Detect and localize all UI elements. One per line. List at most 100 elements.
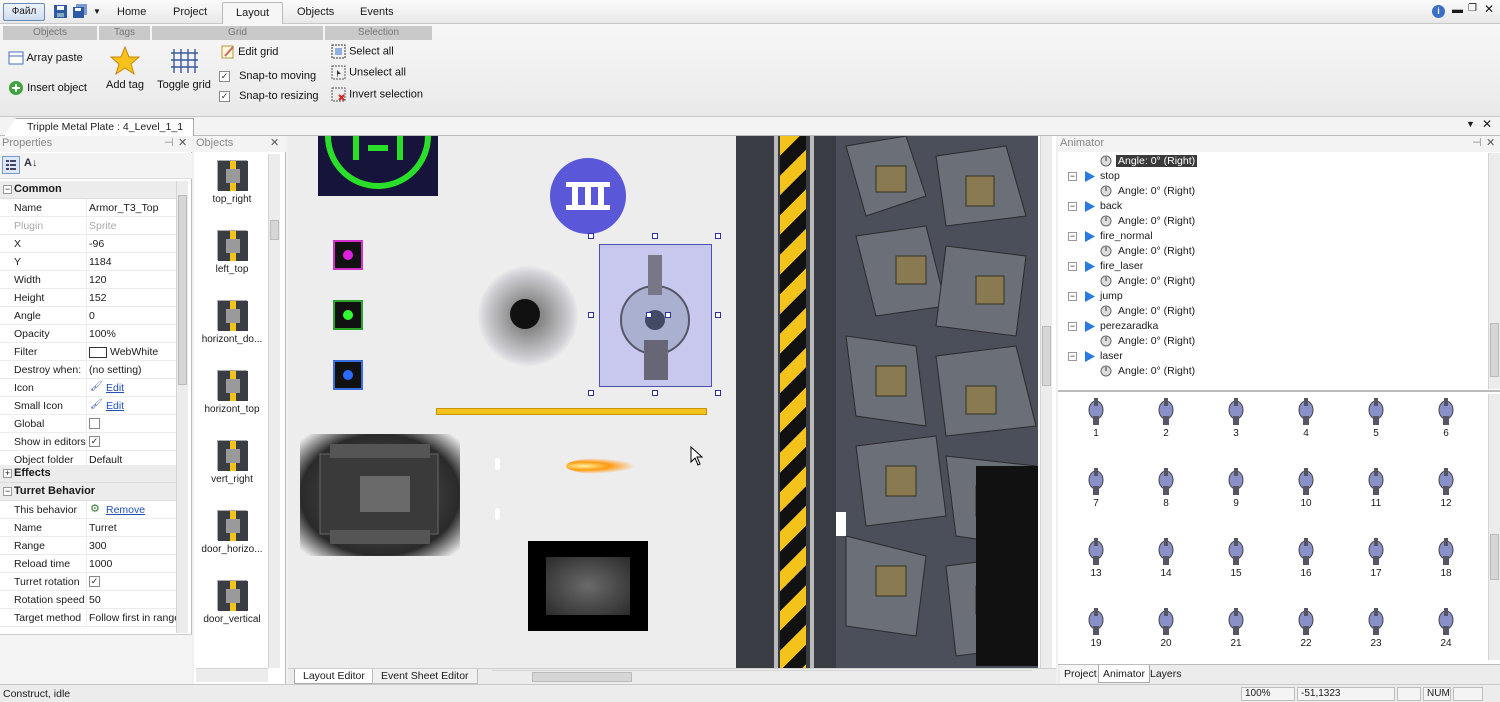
angle-row[interactable]: Angle: 0° (Right) [1058, 335, 1488, 350]
property-value[interactable]: 152 [89, 292, 176, 304]
layout-canvas[interactable] [288, 136, 1038, 668]
animation-frame[interactable]: 20 [1136, 604, 1196, 660]
canvas-vscroll-thumb[interactable] [1042, 326, 1051, 386]
property-value[interactable]: ✓ [89, 576, 100, 587]
animation-frame[interactable]: 17 [1346, 534, 1406, 602]
splitter[interactable] [1058, 390, 1500, 392]
categorized-view-icon[interactable] [2, 156, 20, 174]
animation-frame[interactable]: 15 [1206, 534, 1266, 602]
property-row[interactable]: ⚙ This behavior Remove [0, 501, 176, 519]
property-value[interactable]: -96 [89, 238, 176, 250]
collapse-toggle[interactable]: − [1068, 202, 1077, 211]
animation-row[interactable]: − fire_laser [1058, 260, 1488, 275]
file-menu-button[interactable]: Файл [3, 3, 45, 21]
properties-scrollbar[interactable] [176, 181, 188, 633]
angle-row[interactable]: Angle: 0° (Right) [1058, 275, 1488, 290]
unselect-all-button[interactable]: Unselect all [331, 65, 406, 80]
document-tab[interactable]: Tripple Metal Plate : 4_Level_1_1 [4, 118, 195, 136]
snap-to-resizing-toggle[interactable]: ✓ Snap-to resizing [219, 90, 319, 102]
animation-frame[interactable]: 24 [1416, 604, 1476, 660]
frames-scroll-thumb[interactable] [1490, 534, 1499, 580]
snap-resizing-checkbox[interactable]: ✓ [219, 91, 230, 102]
animation-frame[interactable]: 6 [1416, 394, 1476, 462]
selection-handle[interactable] [651, 390, 658, 396]
animation-row[interactable]: − back [1058, 200, 1488, 215]
object-item[interactable]: left_top [198, 230, 266, 275]
category-effects[interactable]: + Effects [0, 465, 176, 483]
animator-tree-scrollbar[interactable] [1488, 153, 1500, 389]
animation-row[interactable]: − perezaradka [1058, 320, 1488, 335]
collapse-toggle[interactable]: − [1068, 172, 1077, 181]
selection-handle[interactable] [665, 312, 671, 318]
invert-selection-button[interactable]: Invert selection [331, 87, 423, 102]
selection-handle[interactable] [715, 390, 721, 396]
animation-frame[interactable]: 23 [1346, 604, 1406, 660]
selected-armor-sprite[interactable] [599, 244, 712, 387]
collapse-toggle[interactable]: − [1068, 292, 1077, 301]
property-value[interactable]: 1000 [89, 558, 176, 570]
animation-frame[interactable]: 11 [1346, 464, 1406, 532]
collapse-toggle[interactable]: − [1068, 322, 1077, 331]
tab-project-panel[interactable]: Project [1060, 665, 1102, 683]
property-row[interactable]: Name Armor_T3_Top [0, 199, 176, 217]
objects-scroll-thumb[interactable] [270, 220, 279, 240]
animation-frame[interactable]: 1 [1066, 394, 1126, 462]
selection-handle[interactable] [588, 311, 594, 318]
animator-tree-scroll-thumb[interactable] [1490, 323, 1499, 377]
property-value[interactable]: 1184 [89, 256, 176, 268]
property-value[interactable]: 100% [89, 328, 176, 340]
property-row[interactable]: Filter WebWhite [0, 343, 176, 361]
restore-icon[interactable]: ❐ [1468, 3, 1477, 14]
objects-close-icon[interactable]: ✕ [270, 136, 279, 151]
logo-sprite[interactable] [318, 136, 438, 196]
object-item[interactable]: horizont_do... [198, 300, 266, 345]
save-all-icon[interactable] [73, 4, 88, 19]
property-row[interactable]: Global [0, 415, 176, 433]
animator-pin-icon[interactable]: ⊣ [1472, 136, 1482, 151]
snap-moving-checkbox[interactable]: ✓ [219, 71, 230, 82]
canvas-vscrollbar[interactable] [1040, 136, 1052, 668]
animation-row[interactable]: − jump [1058, 290, 1488, 305]
angle-row[interactable]: Angle: 0° (Right) [1058, 305, 1488, 320]
blue-switch[interactable] [333, 360, 363, 390]
property-value[interactable]: 0 [89, 310, 176, 322]
property-value[interactable]: Turret [89, 522, 176, 534]
property-row[interactable]: Angle 0 [0, 307, 176, 325]
property-value[interactable]: Follow first in range [89, 612, 176, 624]
minimize-icon[interactable]: ▬ [1452, 4, 1463, 16]
filter-color-swatch[interactable] [89, 347, 107, 358]
selection-handle[interactable] [715, 233, 721, 239]
animation-frame[interactable]: 3 [1206, 394, 1266, 462]
animation-frame[interactable]: 10 [1276, 464, 1336, 532]
selection-handle[interactable] [651, 233, 658, 239]
select-all-button[interactable]: Select all [331, 44, 394, 59]
pin-icon[interactable]: ⊣ [164, 136, 174, 151]
angle-row[interactable]: Angle: 0° (Right) [1058, 185, 1488, 200]
property-row[interactable]: Rotation speed 50 [0, 591, 176, 609]
property-row[interactable]: Show in editors ✓ [0, 433, 176, 451]
tab-objects[interactable]: Objects [284, 2, 347, 24]
fireball-sprite[interactable] [566, 458, 636, 474]
category-turret-behavior[interactable]: − Turret Behavior [0, 483, 176, 501]
help-icon[interactable]: i [1432, 5, 1445, 18]
tank-sprite[interactable] [300, 434, 460, 556]
property-value[interactable]: (no setting) [89, 364, 176, 376]
animation-frame[interactable]: 16 [1276, 534, 1336, 602]
animation-frame[interactable]: 13 [1066, 534, 1126, 602]
property-value[interactable]: Sprite [89, 220, 176, 232]
round-turret-sprite[interactable] [478, 266, 578, 366]
insert-object-button[interactable]: Insert object [8, 80, 87, 96]
collapse-toggle[interactable]: − [1068, 352, 1077, 361]
property-row[interactable]: 🖌 Icon Edit [0, 379, 176, 397]
tab-layers-panel[interactable]: Layers [1146, 665, 1186, 683]
animation-row[interactable]: − stop [1058, 170, 1488, 185]
animation-frame[interactable]: 18 [1416, 534, 1476, 602]
selection-handle[interactable] [588, 233, 594, 239]
snap-to-moving-toggle[interactable]: ✓ Snap-to moving [219, 70, 316, 82]
property-row[interactable]: Y 1184 [0, 253, 176, 271]
object-item[interactable]: door_horizo... [198, 510, 266, 555]
object-item[interactable]: door_vertical [198, 580, 266, 625]
property-value[interactable]: 50 [89, 594, 176, 606]
property-row[interactable]: Reload time 1000 [0, 555, 176, 573]
animation-frame[interactable]: 9 [1206, 464, 1266, 532]
